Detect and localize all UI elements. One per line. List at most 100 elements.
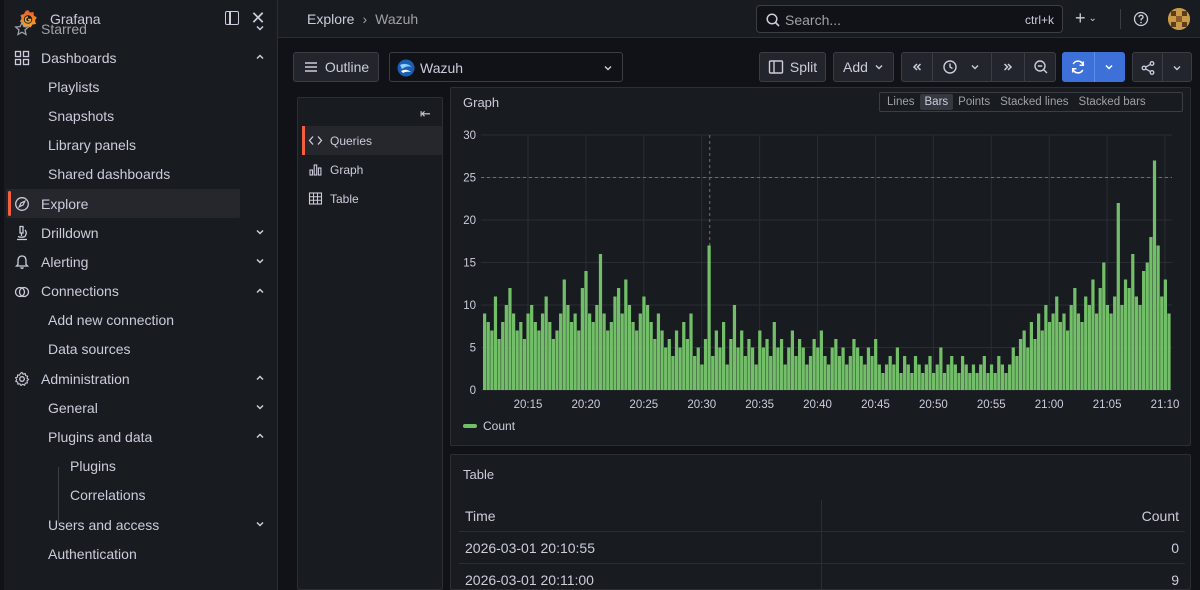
avatar[interactable] (1168, 8, 1190, 30)
x-tick-label: 20:35 (745, 399, 774, 411)
data-bar (787, 347, 791, 390)
chevron-up-icon[interactable] (254, 51, 266, 63)
sidebar-item-playlists[interactable]: Playlists (4, 72, 277, 101)
data-bar (1040, 330, 1044, 390)
data-bar (953, 364, 957, 390)
outline-item-graph[interactable]: Graph (302, 155, 442, 184)
data-bar (537, 330, 541, 390)
data-bar (501, 322, 505, 390)
sidebar-item-alerting[interactable]: Alerting (4, 247, 277, 276)
chevron-down-icon[interactable] (254, 255, 266, 267)
chevron-down-icon[interactable] (254, 518, 266, 530)
sidebar-item-dashboards[interactable]: Dashboards (4, 43, 277, 72)
chevron-down-icon[interactable] (254, 401, 266, 413)
outline-item-queries[interactable]: Queries (302, 126, 442, 155)
data-bar (877, 364, 881, 390)
bar-chart[interactable]: 0 5 10 15 20 25 30 20:15 20:20 20:25 20:30 20:35 20:… (451, 88, 1192, 418)
chevron-down-icon[interactable] (1172, 63, 1182, 73)
search-placeholder: Search... (785, 12, 842, 28)
sidebar-item-label: Snapshots (48, 107, 115, 124)
x-tick-label: 20:50 (919, 399, 948, 411)
data-bar (533, 322, 537, 390)
sidebar-item-general[interactable]: General (4, 393, 277, 422)
data-bar (555, 330, 559, 390)
sidebar-item-label: Starred (41, 20, 87, 37)
data-bar (852, 339, 856, 390)
chevron-down-icon[interactable] (1104, 62, 1114, 72)
breadcrumb-explore[interactable]: Explore (307, 11, 354, 27)
run-query-button[interactable] (1062, 52, 1125, 82)
datasource-picker[interactable]: Wazuh (389, 52, 623, 82)
sidebar-item-connections[interactable]: Connections (4, 277, 277, 306)
data-bar (1105, 305, 1110, 390)
time-range-controls (901, 52, 1056, 82)
data-bar (986, 373, 990, 390)
sidebar-item-authentication[interactable]: Authentication (4, 539, 277, 568)
time-picker-button[interactable] (933, 53, 989, 81)
graph-panel: Graph Lines Bars Points Stacked lines St… (450, 87, 1191, 446)
data-bar (975, 373, 979, 390)
chevron-down-icon[interactable] (254, 226, 266, 238)
data-bar (638, 313, 642, 390)
data-bar (483, 313, 487, 390)
sidebar-item-shared-dashboards[interactable]: Shared dashboards (4, 160, 277, 189)
sidebar-item-library-panels[interactable]: Library panels (4, 131, 277, 160)
x-tick-label: 21:05 (1093, 399, 1122, 411)
chevron-up-icon[interactable] (254, 430, 266, 442)
sidebar-item-drilldown[interactable]: Drilldown (4, 218, 277, 247)
sidebar-item-snapshots[interactable]: Snapshots (4, 101, 277, 130)
sidebar-item-label: General (48, 399, 98, 416)
code-icon (308, 136, 323, 145)
data-bar (816, 347, 820, 390)
data-bar (823, 356, 827, 390)
data-bar (790, 330, 795, 390)
sidebar-item-administration[interactable]: Administration (4, 364, 277, 393)
double-chevron-right-icon (1003, 63, 1013, 71)
table-header-row: Time Count (459, 500, 1185, 532)
data-bar (866, 347, 871, 390)
sidebar-item-plugins[interactable]: Plugins (4, 452, 277, 481)
sidebar-item-users-and-access[interactable]: Users and access (4, 510, 277, 539)
data-bar (1094, 313, 1099, 390)
divider (1094, 52, 1095, 82)
zoom-out-button[interactable] (1025, 53, 1056, 81)
tree-guide-line (58, 467, 59, 525)
data-bar (761, 347, 766, 390)
column-header-count[interactable]: Count (1142, 508, 1179, 524)
data-bar (497, 339, 501, 390)
data-bar (732, 305, 737, 390)
outline-item-table[interactable]: Table (302, 184, 442, 213)
data-bar (892, 364, 896, 390)
sidebar-item-explore[interactable]: Explore (6, 188, 240, 219)
sidebar-item-add-new-connection[interactable]: Add new connection (4, 306, 277, 335)
new-menu-button[interactable]: + ⌄ (1075, 9, 1105, 29)
column-header-time[interactable]: Time (465, 508, 496, 524)
data-bar (1065, 330, 1070, 390)
data-bar (703, 339, 708, 390)
search-input[interactable]: Search... ctrl+k (756, 5, 1063, 33)
data-bar (910, 373, 914, 390)
sidebar-item-starred[interactable]: Starred (4, 14, 277, 43)
sidebar-item-data-sources[interactable]: Data sources (4, 335, 277, 364)
chevron-up-icon[interactable] (254, 285, 266, 297)
shift-forward-button[interactable] (992, 53, 1024, 81)
data-bar (841, 347, 845, 390)
legend[interactable]: Count (463, 419, 515, 433)
outline-button[interactable]: Outline (293, 52, 379, 82)
data-bar (685, 339, 689, 390)
chevron-down-icon[interactable] (254, 22, 266, 34)
help-icon[interactable] (1133, 11, 1149, 27)
add-button[interactable]: Add (833, 52, 894, 82)
table-title: Table (463, 467, 495, 482)
shift-back-button[interactable] (902, 53, 932, 81)
data-bar (736, 347, 740, 390)
share-button[interactable] (1132, 52, 1192, 82)
data-bar (1037, 313, 1041, 390)
chevron-up-icon[interactable] (254, 372, 266, 384)
data-bar (1149, 237, 1153, 390)
split-button[interactable]: Split (759, 52, 826, 82)
sidebar-item-plugins-and-data[interactable]: Plugins and data (4, 422, 277, 451)
x-tick-label: 20:30 (687, 399, 716, 411)
collapse-outline-icon[interactable]: ⇤ (420, 106, 431, 122)
sidebar-item-correlations[interactable]: Correlations (4, 481, 277, 510)
